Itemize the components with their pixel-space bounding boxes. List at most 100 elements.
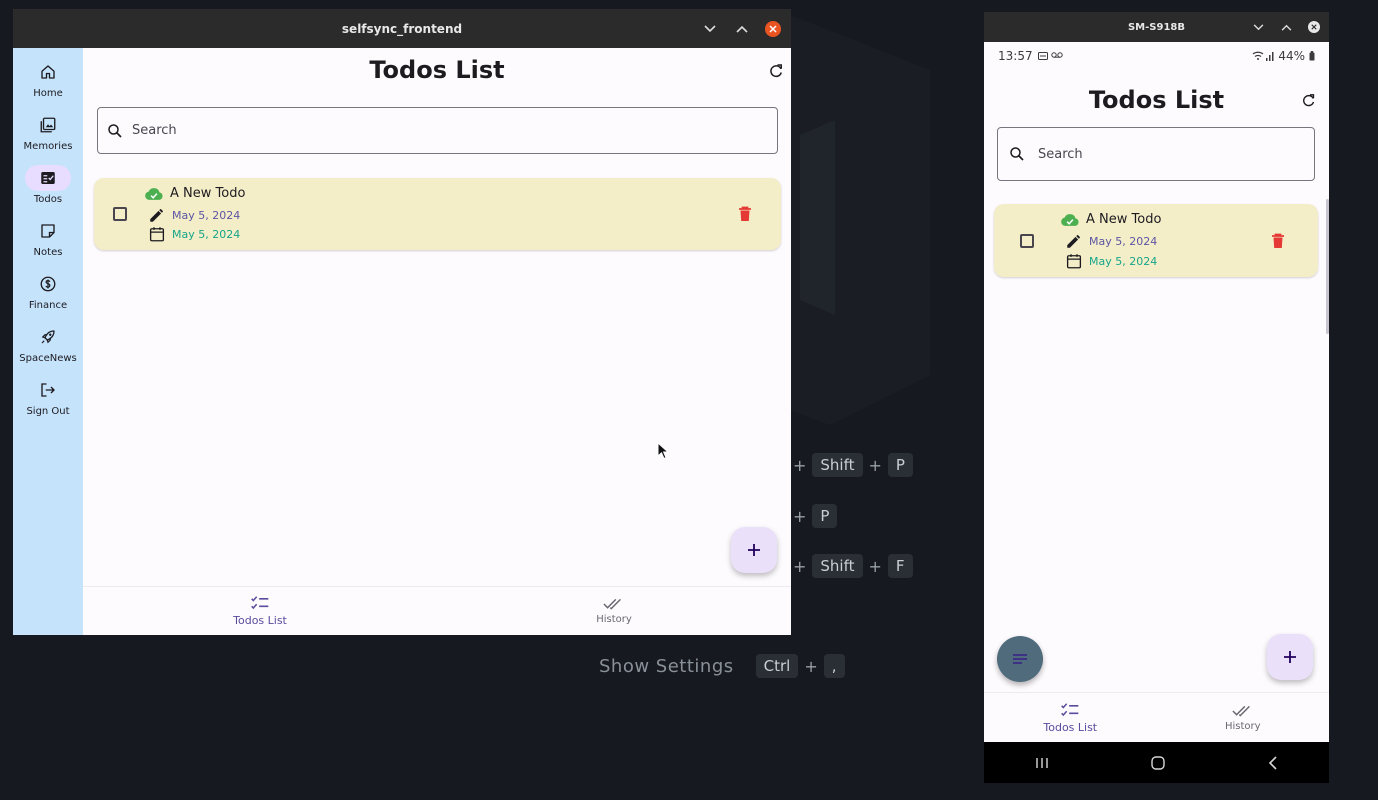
tab-label: Todos List: [1043, 720, 1098, 734]
todo-card[interactable]: A New Todo May 5, 2024 May 5, 2024: [94, 178, 781, 250]
rail-label: Finance: [28, 300, 68, 311]
main-content: Todos List Search A New Todo May 5, 2024…: [83, 48, 791, 635]
tab-label: History: [1224, 720, 1261, 732]
tab-todos-list[interactable]: Todos List: [83, 587, 437, 635]
window-titlebar[interactable]: selfsync_frontend: [13, 9, 791, 48]
list-icon: [1013, 654, 1027, 664]
search-input[interactable]: Search: [997, 127, 1315, 181]
key-shift: Shift: [812, 554, 863, 578]
rail-label: Todos: [33, 194, 63, 205]
refresh-icon: [770, 64, 782, 78]
done-all-icon: [1232, 704, 1254, 718]
todo-title: A New Todo: [170, 186, 246, 201]
key-shift: Shift: [812, 453, 863, 477]
notification-icons: [1037, 52, 1063, 60]
phone-window-title: SM-S918B: [1127, 21, 1185, 33]
wifi-signal-icon: [1252, 51, 1274, 61]
refresh-button[interactable]: [765, 60, 787, 82]
back-button[interactable]: [1268, 755, 1278, 770]
delete-button[interactable]: [1268, 231, 1288, 251]
page-title: Todos List: [369, 56, 505, 84]
photo-library-icon: [25, 112, 71, 138]
tab-history[interactable]: History: [1157, 693, 1330, 742]
rail-item-todos[interactable]: Todos: [13, 162, 83, 215]
close-button[interactable]: [1305, 18, 1323, 36]
refresh-button[interactable]: [1297, 89, 1319, 111]
rail-label: Sign Out: [26, 406, 70, 417]
rail-item-sign-out[interactable]: Sign Out: [13, 374, 83, 427]
bottom-navigation: Todos List History: [83, 586, 791, 635]
trash-icon: [1272, 233, 1284, 248]
bottom-navigation: Todos List History: [984, 692, 1329, 742]
status-time: 13:57: [998, 49, 1033, 63]
cloud-done-icon: [144, 187, 164, 201]
tab-history[interactable]: History: [437, 587, 791, 635]
tab-label: History: [596, 614, 632, 625]
battery-percent: 44%: [1278, 49, 1305, 63]
menu-fab[interactable]: [997, 636, 1043, 682]
done-all-icon: [603, 597, 625, 611]
shortcut-row-2: + P: [793, 504, 838, 528]
android-navigation-bar: [984, 742, 1329, 783]
rail-item-finance[interactable]: Finance: [13, 268, 83, 321]
edit-icon: [1065, 232, 1083, 250]
checklist-icon: [250, 595, 270, 611]
search-icon: [1008, 145, 1026, 163]
rail-item-notes[interactable]: Notes: [13, 215, 83, 268]
rail-item-home[interactable]: Home: [13, 56, 83, 109]
key-ctrl: Ctrl: [755, 654, 799, 678]
home-button[interactable]: [1151, 755, 1166, 770]
rocket-icon: [25, 324, 71, 350]
dollar-icon: [25, 271, 71, 297]
rail-label: SpaceNews: [19, 353, 77, 364]
search-input[interactable]: Search: [97, 107, 778, 154]
todo-checkbox[interactable]: [1020, 234, 1034, 248]
rail-label: Memories: [23, 141, 73, 152]
plus-icon: [1284, 651, 1296, 663]
refresh-icon: [1302, 93, 1314, 106]
shortcut-row-3: + Shift + F: [793, 554, 913, 578]
phone-screen: 13:57 44% Todos List Search A New Todo M…: [984, 42, 1329, 742]
add-todo-button[interactable]: [731, 527, 777, 573]
page-title: Todos List: [1088, 86, 1225, 114]
tab-label: Todos List: [233, 614, 287, 627]
phone-mirror-window: SM-S918B 13:57 44% Todos List Search A N…: [984, 12, 1329, 783]
fact-check-icon: [25, 165, 71, 191]
background-hexagon-logo: [790, 15, 930, 425]
battery-icon: [1309, 51, 1315, 61]
edit-icon: [148, 206, 166, 224]
tab-todos-list[interactable]: Todos List: [984, 693, 1157, 742]
cloud-done-icon: [1060, 213, 1080, 227]
recents-button[interactable]: [1035, 757, 1049, 769]
scrollbar[interactable]: [1326, 199, 1329, 334]
shortcut-row-1: + Shift + P: [793, 453, 913, 477]
maximize-button[interactable]: [733, 20, 751, 38]
todo-edited-date: May 5, 2024: [1089, 234, 1158, 248]
show-settings-row: Show Settings Ctrl + ,: [599, 654, 845, 678]
mouse-cursor: [657, 442, 669, 460]
key-p: P: [887, 453, 913, 477]
rail-item-spacenews[interactable]: SpaceNews: [13, 321, 83, 374]
todo-checkbox[interactable]: [113, 207, 127, 221]
window-title: selfsync_frontend: [341, 21, 463, 36]
search-placeholder: Search: [1038, 146, 1083, 162]
calendar-icon: [148, 225, 166, 243]
close-button[interactable]: [765, 20, 781, 37]
minimize-button[interactable]: [701, 20, 719, 38]
calendar-icon: [1065, 252, 1083, 270]
phone-window-titlebar[interactable]: SM-S918B: [984, 12, 1329, 42]
add-todo-button[interactable]: [1267, 634, 1313, 680]
key-comma: ,: [823, 654, 845, 678]
desktop-app-window: selfsync_frontend Home Memories Todos No…: [13, 9, 791, 635]
maximize-button[interactable]: [1277, 18, 1295, 36]
todo-title: A New Todo: [1086, 212, 1162, 227]
trash-icon: [739, 206, 751, 221]
rail-label: Notes: [33, 247, 63, 258]
checklist-icon: [1060, 702, 1080, 718]
rail-item-memories[interactable]: Memories: [13, 109, 83, 162]
note-icon: [25, 218, 71, 244]
todo-card[interactable]: A New Todo May 5, 2024 May 5, 2024: [994, 204, 1318, 277]
navigation-rail: Home Memories Todos Notes Finance SpaceN…: [13, 48, 83, 635]
minimize-button[interactable]: [1249, 18, 1267, 36]
delete-button[interactable]: [735, 204, 755, 224]
